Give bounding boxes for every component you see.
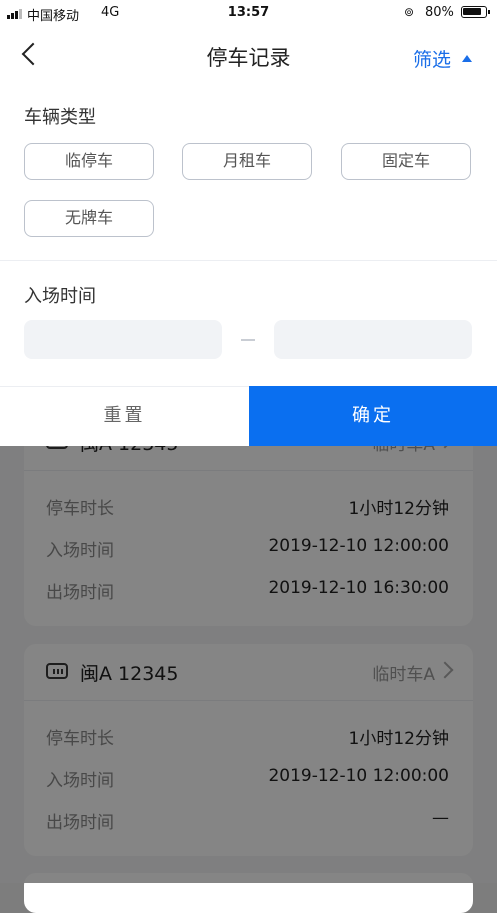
section-divider — [0, 260, 497, 261]
vehicle-type-label: 车辆类型 — [24, 107, 96, 128]
confirm-button[interactable]: 确定 — [249, 386, 497, 446]
vehicle-type-option-unlicensed[interactable]: 无牌车 — [24, 200, 154, 237]
filter-panel: 中国移动 4G 13:57 ⊚ 80% 停车记录 筛选 车辆类型 临停车 月租车… — [0, 0, 497, 446]
battery-percent: 80% — [425, 5, 454, 20]
battery-icon — [461, 6, 487, 18]
clock: 13:57 — [227, 5, 270, 20]
vehicle-type-option-temporary[interactable]: 临停车 — [24, 143, 154, 180]
filter-toggle-button[interactable]: 筛选 — [413, 45, 451, 72]
entry-time-label: 入场时间 — [24, 286, 96, 307]
reset-button[interactable]: 重置 — [0, 386, 249, 446]
date-range-separator — [241, 339, 255, 341]
start-date-field[interactable] — [24, 320, 222, 359]
orientation-lock-icon: ⊚ — [404, 5, 415, 19]
caret-up-icon[interactable] — [462, 55, 472, 62]
vehicle-type-option-monthly[interactable]: 月租车 — [182, 143, 312, 180]
vehicle-type-option-fixed[interactable]: 固定车 — [341, 143, 471, 180]
end-date-field[interactable] — [274, 320, 472, 359]
nav-bar: 停车记录 筛选 — [0, 26, 497, 86]
status-bar: 中国移动 4G 13:57 ⊚ 80% — [0, 0, 497, 26]
